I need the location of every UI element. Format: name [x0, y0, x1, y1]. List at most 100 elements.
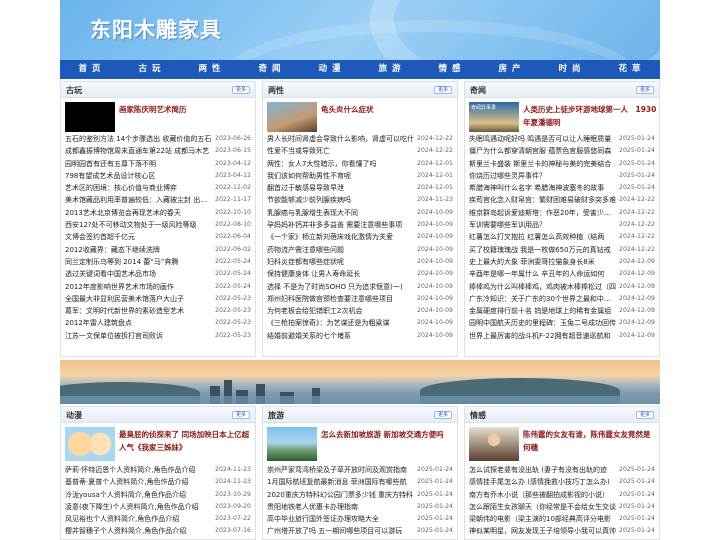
feature-title[interactable]: 画家陈庆明艺术简历 [119, 103, 253, 116]
feature-thumbnail[interactable] [267, 102, 317, 132]
list-item[interactable]: 结婚前避婚关系的七个堵系 2024-10-09 [267, 330, 453, 342]
feature-thumbnail[interactable]: 奇闻异事录 [469, 102, 519, 132]
list-item[interactable]: 园明园首有还有五尊下落不明 2023-04-12 [65, 158, 251, 170]
nav-item-home[interactable]: 首 页 [60, 60, 120, 79]
list-item[interactable]: 西安12?处不可移动文物处于一级风险等级 2022-08-10 [65, 219, 251, 231]
list-item[interactable]: 风见裕也个人资料简介,角色作品介绍 2023-07-22 [65, 513, 251, 525]
list-item[interactable]: 乳腺癌与乳腺增生表现大不同 2024-10-09 [267, 207, 453, 219]
site-title[interactable]: 东阳木雕家具 [90, 14, 222, 44]
list-item[interactable]: 艺术区的困境：核心价值与商业博弈 2022-12-02 [65, 182, 251, 194]
list-item[interactable]: 798有望成艺术品设计核心区 2023-04-12 [65, 170, 251, 182]
nav-item-flowers[interactable]: 花 草 [600, 60, 660, 79]
list-item[interactable]: 红薯怎么打叉抱拉 红薯怎么高效种植（结两 2024-12-22 [469, 231, 655, 243]
nav-item-antiques[interactable]: 古 玩 [120, 60, 180, 79]
nav-item-sex[interactable]: 两 性 [180, 60, 240, 79]
feature-thumbnail[interactable] [65, 102, 115, 132]
list-item[interactable]: 翻首过于敏感易导致早泄 2024-12-01 [267, 182, 453, 194]
list-item[interactable]: 两性：女人7大性暗示，你看懂了吗 2024-12-01 [267, 158, 453, 170]
more-button[interactable]: 更多 [434, 411, 452, 419]
feature-title[interactable]: 怎么去新加坡旅游 新加坡交通方便吗 [321, 428, 455, 441]
feature-item[interactable]: 画家陈庆明艺术简历 [61, 99, 255, 132]
list-item[interactable]: 神似某明星，网友发现王子培领导小我可以真帅 2025-01-24 [469, 525, 655, 537]
list-item[interactable]: 葛军：文明时代新世界的素砂造型艺术 2022-05-23 [65, 305, 251, 317]
feature-item[interactable]: 陈伟霆的女友有谁，陈伟霆女友竟然是何穗 [465, 424, 659, 463]
list-item[interactable]: 《一个家》杨立新刘蓓床戏化激情为关爱 2024-10-09 [267, 231, 453, 243]
list-item[interactable]: 失眠鸣遇动呢好吗 鸣遇是否可以让人睡眠质量 2025-01-24 [469, 133, 655, 145]
nav-item-anime[interactable]: 动 漫 [300, 60, 360, 79]
feature-item[interactable]: 奇闻异事录 人类历史上徒步环游地球第一人 1930年夏潘德明 [465, 99, 659, 132]
list-item[interactable]: 基普蒂·夏普个人资料简介,角色作品介绍 2024-11-23 [65, 476, 251, 488]
panel-title[interactable]: 情感 [470, 410, 486, 421]
list-item[interactable]: 选择 不是为了时尚SOHO 只为追求惬意(一) 2024-10-09 [267, 281, 453, 293]
list-item[interactable]: 感情挂手尾怎么办 (感情挽救小技巧丁怎么办) 2025-01-24 [469, 476, 655, 488]
list-item[interactable]: 世界上最厉害的战斗机F-22拥有超音速巡航和 2024-12-09 [469, 330, 655, 342]
list-item[interactable]: 萨莉·怀特迈恩个人资料简介,角色作品介绍 2024-11-23 [65, 464, 251, 476]
list-item[interactable]: 园明中国航天历史的里程碑：玉兔二号成功回传 2024-12-09 [469, 317, 655, 329]
feature-item[interactable]: 怎么去新加坡旅游 新加坡交通方便吗 [263, 424, 457, 463]
list-item[interactable]: 广州塔开放了吗 五一期间哪些项目可以游玩 2025-01-24 [267, 525, 453, 537]
list-item[interactable]: 军训需要哪些军训用品？ 2024-12-22 [469, 219, 655, 231]
panel-title[interactable]: 旅游 [268, 410, 284, 421]
more-button[interactable]: 更多 [434, 86, 452, 94]
list-item[interactable]: 五石的鉴别方法 14个步骤选出 收藏价值的五石 2023-06-26 [65, 133, 251, 145]
more-button[interactable]: 更多 [636, 411, 654, 419]
list-item[interactable]: 广东冷知识：关于广东的30个世界之最和中国之 2024-12-09 [469, 293, 655, 305]
list-item[interactable]: 1月国际航班复航最新消息 菲洲国际有哪些航 2025-01-24 [267, 476, 453, 488]
list-item[interactable]: 2012年度影响世界艺术市场的画作 2022-05-24 [65, 281, 251, 293]
list-item[interactable]: 维京群岛起诉爱迪斯塔：作恶20年，受害少女数 2024-12-22 [469, 207, 655, 219]
panel-title[interactable]: 奇闻 [470, 85, 486, 96]
list-item[interactable]: 泠泷yousa个人资料简介,角色作品介绍 2023-10-29 [65, 489, 251, 501]
feature-title[interactable]: 最臭屁的侦探来了 同场加映日本上亿超人气《我家三姊妹》 [119, 428, 253, 454]
list-item[interactable]: 2012收藏界：藏态下继续洗牌 2022-06-02 [65, 244, 251, 256]
list-item[interactable]: 妇科炎症都有哪些症状呢 2024-10-09 [267, 256, 453, 268]
feature-thumbnail[interactable] [469, 427, 519, 461]
list-item[interactable]: 买了校籍瑰瑰战 我是一枚做650万元的真钻戒 2024-12-22 [469, 244, 655, 256]
feature-title[interactable]: 龟头炎什么症状 [321, 103, 455, 116]
feature-thumbnail[interactable] [65, 427, 115, 461]
feature-item[interactable]: 最臭屁的侦探来了 同场加映日本上亿超人气《我家三姊妹》 [61, 424, 255, 463]
panel-title[interactable]: 动漫 [66, 410, 82, 421]
list-item[interactable]: 《三枪拍案惊奇》：为艺谋还是为粗粱谋 2024-10-09 [267, 317, 453, 329]
list-item[interactable]: 为何老板会给犯错职工2次机会 2024-10-09 [267, 305, 453, 317]
nav-item-oddities[interactable]: 奇 闻 [240, 60, 300, 79]
list-item[interactable]: 贵阳地铁老人优惠卡办理指南 2025-01-24 [267, 501, 453, 513]
list-item[interactable]: 文博会签约首超千亿元 2022-06-04 [65, 231, 251, 243]
list-item[interactable]: 凌意(夜下降生)个人资料简介,角色作品介绍 2023-09-20 [65, 501, 251, 513]
list-item[interactable]: 成都鑫振博物馆周末直通车第22站 成都马木艺 2023-06-15 [65, 145, 251, 157]
list-item[interactable]: 高中毕业旅行国外签证办理攻略大全 2025-01-24 [267, 513, 453, 525]
list-item[interactable]: 樱井智穗子个人资料简介,角色作品介绍 2023-07-16 [65, 525, 251, 537]
list-item[interactable]: 崇州严家弯湾桥梁及子草开放时间及观赏指南 2025-01-24 [267, 464, 453, 476]
list-item[interactable]: 药物流产需注意哪些问题 2024-10-09 [267, 244, 453, 256]
more-button[interactable]: 更多 [232, 86, 250, 94]
list-item[interactable]: 你烧历过哪些灵异事件？ 2025-01-24 [469, 170, 655, 182]
list-item[interactable]: 保持健康身体 让男人寿命延长 2024-10-09 [267, 268, 453, 280]
list-item[interactable]: 辛酉年是哪一年属什么 辛丑年的人命运如何 2024-12-09 [469, 268, 655, 280]
list-item[interactable]: 怎么跟陌生女孩聊天（你经常是不会给女生交谈 2025-01-24 [469, 501, 655, 513]
list-item[interactable]: 美术馆藏品利用率普遍较低：入藏被尘封 出镜率 2022-11-17 [65, 194, 251, 206]
list-item[interactable]: 孕妈妈补钙并非多多益善 需要注意哪些事项 2024-10-09 [267, 219, 453, 231]
list-item[interactable]: 2020重庆方特科幻公园门票多少钱 重庆方特科 2025-01-24 [267, 489, 453, 501]
panel-title[interactable]: 古玩 [66, 85, 82, 96]
list-item[interactable]: 斯里兰卡盛装 斯里兰卡的神秘与美的完美结合 2025-01-24 [469, 158, 655, 170]
nav-item-realestate[interactable]: 房 产 [480, 60, 540, 79]
list-item[interactable]: 2013艺术北京博览会再现艺术的春天 2022-10-10 [65, 207, 251, 219]
list-item[interactable]: 疾苟官化念入财帛宫：繁财困难易破财多突多难 2024-12-22 [469, 194, 655, 206]
list-item[interactable]: 节欲能够减少前列腺疾病吗 2024-11-23 [267, 194, 453, 206]
list-item[interactable]: 金属硬度排行前十名 钨是地球上的稀有金属组 2024-12-09 [469, 305, 655, 317]
list-item[interactable]: 性爱不当或导致死亡 2024-12-22 [267, 145, 453, 157]
list-item[interactable]: 梁朝伟的电影（梁主演的10部经典高评分电影 2025-01-24 [469, 513, 655, 525]
list-item[interactable]: 透过关键词看中国艺术品市场 2022-05-24 [65, 268, 251, 280]
list-item[interactable]: 怎么试探老婆有没出轨 (妻子有没有出轨的迹 2025-01-24 [469, 464, 655, 476]
feature-title[interactable]: 陈伟霆的女友有谁，陈伟霆女友竟然是何穗 [523, 428, 657, 454]
nav-item-emotion[interactable]: 情 感 [420, 60, 480, 79]
nav-item-travel[interactable]: 旅 游 [360, 60, 420, 79]
list-item[interactable]: 捧棒鸡为什么叫棒棒鸡，鸡肉被木棒捧松过（四 2024-12-09 [469, 281, 655, 293]
scenic-banner[interactable] [60, 360, 660, 404]
feature-title[interactable]: 人类历史上徒步环游地球第一人 1930年夏潘德明 [523, 103, 657, 129]
list-item[interactable]: 2012年雷人建筑盘点 2022-05-23 [65, 317, 251, 329]
list-item[interactable]: 我们该如何帮助男性不育呢 2024-12-01 [267, 170, 453, 182]
list-item[interactable]: 南方有乔木小说（那些被翻拍成影视的小说） 2025-01-24 [469, 489, 655, 501]
feature-item[interactable]: 龟头炎什么症状 [263, 99, 457, 132]
list-item[interactable]: 史上最大的大象 菲洲雯哥拉猫象身长8米 2024-12-09 [469, 256, 655, 268]
more-button[interactable]: 更多 [636, 86, 654, 94]
